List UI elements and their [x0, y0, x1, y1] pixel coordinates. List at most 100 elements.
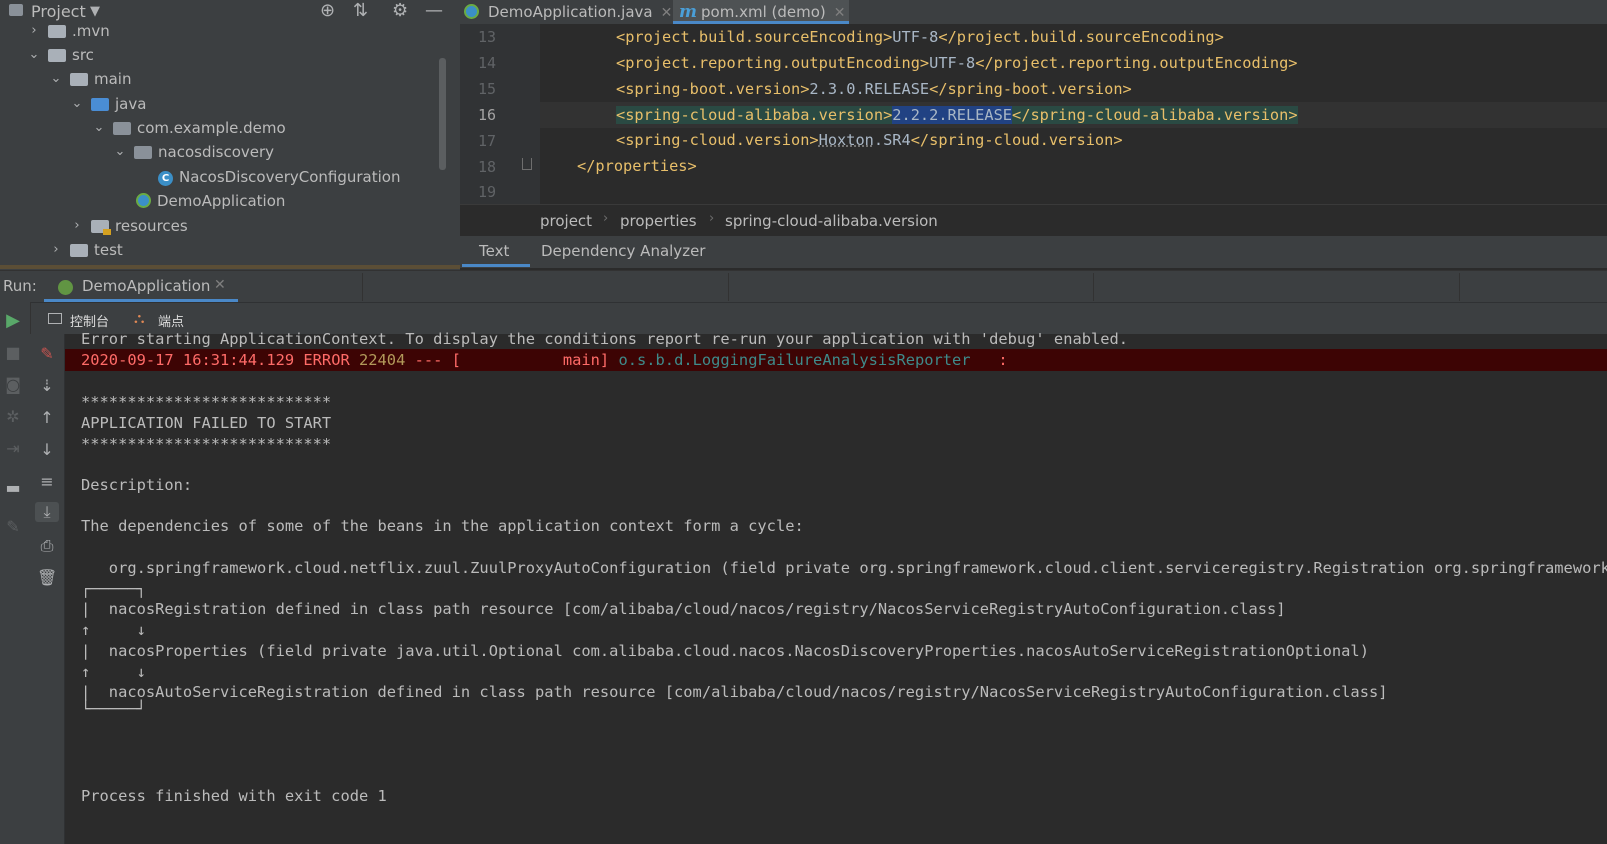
- line-number: 17: [477, 132, 496, 150]
- line-number: 19: [477, 183, 496, 201]
- layout-icon[interactable]: ▬: [3, 478, 23, 497]
- folder-icon: [70, 244, 88, 257]
- pin-icon[interactable]: ✎: [3, 517, 23, 536]
- soft-wrap-icon[interactable]: ≡: [37, 472, 57, 491]
- close-icon[interactable]: ✕: [661, 5, 673, 21]
- project-panel: Project ▼ ⊕ ⇅ ⚙ — › .mvn ⌄ src ⌄ main ⌄ …: [0, 0, 460, 274]
- tree-item-resources[interactable]: › resources: [71, 214, 188, 238]
- active-tab-indicator: [462, 264, 530, 267]
- tree-item-com-example-demo[interactable]: ⌄ com.example.demo: [93, 116, 286, 140]
- folder-icon: [70, 73, 88, 86]
- tree-item-java[interactable]: ⌄ java: [71, 92, 147, 116]
- console-line: ***************************: [81, 393, 332, 411]
- tab-demo-application-java[interactable]: DemoApplication.java ✕: [460, 0, 693, 24]
- tree-item-label: .mvn: [72, 22, 110, 40]
- breadcrumb-item[interactable]: spring-cloud-alibaba.version: [725, 212, 938, 230]
- tab-text[interactable]: Text: [479, 242, 509, 260]
- tree-item-test[interactable]: › test: [50, 238, 123, 262]
- tab-label: DemoApplication.java: [488, 3, 653, 21]
- run-panel-header: Run: DemoApplication ✕: [0, 270, 1607, 303]
- endpoints-icon: ⛬: [134, 309, 145, 327]
- breadcrumb: project › properties › spring-cloud-alib…: [460, 204, 1607, 237]
- exit-icon[interactable]: ⇥: [3, 439, 23, 458]
- run-tab-label: DemoApplication: [82, 277, 211, 295]
- xml-close-tag: </properties>: [577, 157, 697, 175]
- chevron-down-icon[interactable]: ▼: [90, 4, 100, 19]
- arrow-up-icon[interactable]: ↑: [37, 408, 57, 427]
- sort-icon[interactable]: ⇣: [37, 376, 57, 395]
- xml-open-tag: <spring-cloud.version>: [616, 131, 819, 149]
- divider: [728, 273, 729, 301]
- console-line: org.springframework.cloud.netflix.zuul.Z…: [81, 559, 1607, 577]
- tree-item-label: resources: [115, 217, 188, 235]
- console-error-line: 2020-09-17 16:31:44.129 ERROR 22404 --- …: [81, 349, 1008, 371]
- console-line: The dependencies of some of the beans in…: [81, 517, 804, 535]
- chevron-right-icon[interactable]: ›: [50, 238, 62, 262]
- run-toolbar: ▶ ■ ◙ ✲ ⇥ ▬ ✎: [0, 302, 31, 844]
- collapse-all-icon[interactable]: ⇅: [353, 0, 368, 21]
- chevron-down-icon[interactable]: ⌄: [50, 67, 62, 91]
- tab-pom-xml[interactable]: m pom.xml (demo) ✕: [673, 0, 849, 24]
- folder-icon: [48, 49, 66, 62]
- clear-brush-icon[interactable]: ✎: [37, 344, 57, 363]
- tree-item-demo-application[interactable]: DemoApplication: [136, 189, 285, 213]
- tab-dependency-analyzer[interactable]: Dependency Analyzer: [541, 242, 705, 260]
- class-icon: C: [158, 171, 173, 186]
- console-icon: [48, 313, 62, 324]
- code-line-17: <spring-cloud.version>Hoxton.SR4</spring…: [616, 127, 1123, 153]
- project-scrollbar[interactable]: [439, 58, 446, 170]
- tree-item-nacosdiscovery[interactable]: ⌄ nacosdiscovery: [114, 140, 274, 164]
- tree-item-label: src: [72, 46, 94, 64]
- maven-icon: m: [679, 2, 697, 22]
- console-toolbar: ✎ ⇣ ↑ ↓ ≡ ⤓ ⎙ 🗑: [30, 334, 65, 844]
- log-level: ERROR: [303, 351, 350, 369]
- rerun-icon[interactable]: ▶: [3, 310, 23, 331]
- chevron-down-icon[interactable]: ⌄: [71, 92, 83, 116]
- console-line: | nacosRegistration defined in class pat…: [81, 600, 1286, 618]
- line-number: 13: [477, 28, 496, 46]
- minimize-icon[interactable]: —: [425, 0, 443, 21]
- log-timestamp: 2020-09-17 16:31:44.129: [81, 351, 304, 369]
- fold-marker-icon[interactable]: [522, 158, 532, 170]
- chevron-right-icon[interactable]: ›: [28, 19, 40, 43]
- arrow-down-icon[interactable]: ↓: [37, 440, 57, 459]
- camera-icon[interactable]: ◙: [3, 375, 23, 394]
- chevron-right-icon[interactable]: ›: [71, 214, 83, 238]
- package-icon: [113, 122, 131, 135]
- code-line-13: <project.build.sourceEncoding>UTF-8</pro…: [616, 24, 1224, 50]
- line-number: 18: [477, 158, 496, 176]
- chevron-right-icon: ›: [709, 211, 715, 226]
- xml-value: UTF-8: [892, 28, 939, 46]
- resources-folder-icon: [91, 220, 111, 235]
- trash-icon[interactable]: 🗑: [37, 568, 57, 587]
- xml-value-typo: Hoxton: [818, 131, 874, 149]
- log-logger[interactable]: o.s.b.d.LoggingFailureAnalysisReporter: [618, 351, 970, 369]
- code-line-15: <spring-boot.version>2.3.0.RELEASE</spri…: [616, 76, 1132, 102]
- xml-open-tag: <project.build.sourceEncoding>: [616, 28, 893, 46]
- tree-item-label: test: [94, 241, 123, 259]
- chevron-down-icon[interactable]: ⌄: [114, 140, 126, 164]
- tree-item-src[interactable]: ⌄ src: [28, 43, 94, 67]
- close-icon[interactable]: ✕: [834, 5, 846, 21]
- xml-close-tag: </project.build.sourceEncoding>: [938, 28, 1224, 46]
- tree-item-nacos-discovery-configuration[interactable]: C NacosDiscoveryConfiguration: [158, 165, 400, 189]
- console-line: ↑ ↓: [81, 663, 146, 681]
- stop-icon[interactable]: ■: [3, 343, 23, 362]
- chevron-down-icon[interactable]: ⌄: [93, 116, 105, 140]
- tree-item-main[interactable]: ⌄ main: [50, 67, 132, 91]
- scroll-to-end-icon[interactable]: ⤓: [35, 502, 59, 522]
- chevron-down-icon[interactable]: ⌄: [28, 43, 40, 67]
- tree-item-label: NacosDiscoveryConfiguration: [179, 168, 401, 186]
- tree-item-mvn[interactable]: › .mvn: [28, 19, 110, 43]
- debug-icon[interactable]: ✲: [3, 407, 23, 426]
- print-icon[interactable]: ⎙: [37, 536, 57, 556]
- locate-icon[interactable]: ⊕: [320, 0, 335, 21]
- close-icon[interactable]: ✕: [214, 277, 226, 293]
- breadcrumb-item[interactable]: project: [540, 212, 592, 230]
- breadcrumb-item[interactable]: properties: [620, 212, 697, 230]
- source-folder-icon: [91, 98, 109, 111]
- spring-boot-class-icon: [136, 193, 151, 208]
- gear-icon[interactable]: ⚙: [392, 0, 408, 21]
- xml-close-tag: </project.reporting.outputEncoding>: [975, 54, 1298, 72]
- console-line: | nacosAutoServiceRegistration defined i…: [81, 683, 1388, 701]
